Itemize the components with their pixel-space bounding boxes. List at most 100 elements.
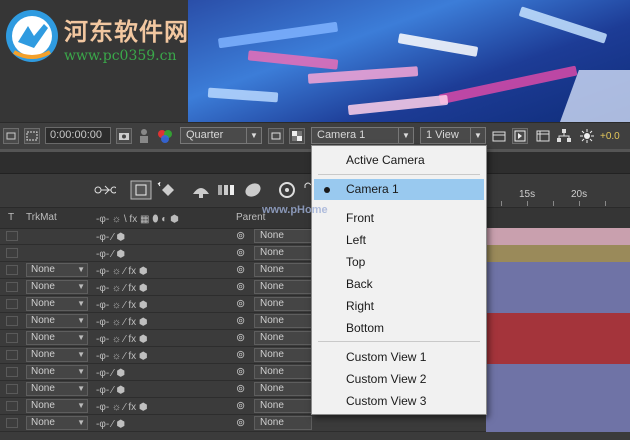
visibility-toggle[interactable]: [6, 384, 18, 394]
parent-pick-whip-icon[interactable]: ⊚: [236, 365, 245, 378]
trkmat-dropdown[interactable]: None ▼: [26, 314, 88, 328]
menu-item-back[interactable]: Back: [314, 274, 484, 295]
layer-duration-bar[interactable]: [486, 347, 630, 364]
trkmat-dropdown[interactable]: None ▼: [26, 297, 88, 311]
column-t[interactable]: T: [8, 212, 14, 223]
fast-previews-icon[interactable]: [268, 128, 284, 144]
visibility-toggle[interactable]: [6, 231, 18, 241]
layer-switches[interactable]: -φ- ☼ ⁄ fx ⬢: [96, 399, 226, 413]
camera-dropdown[interactable]: Camera 1 ▼: [311, 127, 414, 144]
parent-dropdown[interactable]: None: [254, 263, 312, 277]
hide-shy-layers-icon[interactable]: [156, 180, 178, 200]
menu-item-top[interactable]: Top: [314, 252, 484, 273]
trkmat-dropdown[interactable]: None ▼: [26, 365, 88, 379]
exposure-icon[interactable]: [579, 128, 595, 144]
timeline-icon[interactable]: [535, 128, 551, 144]
time-ruler[interactable]: 15s 20s: [486, 174, 630, 206]
frame-blending-icon[interactable]: [190, 180, 212, 200]
parent-pick-whip-icon[interactable]: ⊚: [236, 382, 245, 395]
flowchart-icon[interactable]: [556, 128, 572, 144]
menu-item-custom-view-1[interactable]: Custom View 1: [314, 347, 484, 368]
parent-dropdown[interactable]: None: [254, 382, 312, 396]
layer-duration-bar[interactable]: [486, 381, 630, 398]
menu-item-bottom[interactable]: Bottom: [314, 318, 484, 339]
column-trkmat[interactable]: TrkMat: [26, 212, 57, 223]
trkmat-dropdown[interactable]: None ▼: [26, 280, 88, 294]
parent-pick-whip-icon[interactable]: ⊚: [236, 297, 245, 310]
layer-switches[interactable]: -φ- ☼ ⁄ fx ⬢: [96, 263, 226, 277]
parent-dropdown[interactable]: None: [254, 331, 312, 345]
exposure-value[interactable]: +0.0: [600, 131, 620, 142]
parent-dropdown[interactable]: None: [254, 314, 312, 328]
fast-preview-toggle-icon[interactable]: [512, 128, 528, 144]
parent-pick-whip-icon[interactable]: ⊚: [236, 399, 245, 412]
layer-switches[interactable]: -φ- ⁄ ⬢: [96, 382, 226, 396]
layer-duration-bar[interactable]: [486, 313, 630, 330]
region-of-interest-icon[interactable]: [24, 128, 40, 144]
layer-switches[interactable]: -φ- ☼ ⁄ fx ⬢: [96, 280, 226, 294]
parent-pick-whip-icon[interactable]: ⊚: [236, 348, 245, 361]
layer-switches[interactable]: -φ- ⁄ ⬢: [96, 229, 226, 243]
menu-item-left[interactable]: Left: [314, 230, 484, 251]
draft-3d-icon[interactable]: [130, 180, 152, 200]
menu-item-custom-view-2[interactable]: Custom View 2: [314, 369, 484, 390]
layer-switches[interactable]: -φ- ⁄ ⬢: [96, 416, 226, 430]
view-layout-dropdown[interactable]: 1 View ▼: [420, 127, 486, 144]
brainstorm-icon[interactable]: [242, 180, 264, 200]
trkmat-dropdown[interactable]: None ▼: [26, 263, 88, 277]
menu-item-right[interactable]: Right: [314, 296, 484, 317]
parent-dropdown[interactable]: None: [254, 399, 312, 413]
layer-duration-bar[interactable]: [486, 364, 630, 381]
parent-dropdown[interactable]: None: [254, 280, 312, 294]
layer-duration-bar[interactable]: [486, 279, 630, 296]
composition-preview[interactable]: [188, 0, 630, 122]
parent-dropdown[interactable]: None: [254, 297, 312, 311]
visibility-toggle[interactable]: [6, 265, 18, 275]
snapshot-camera-icon[interactable]: [116, 128, 132, 144]
graph-editor-icon[interactable]: [276, 180, 298, 200]
visibility-toggle[interactable]: [6, 333, 18, 343]
visibility-toggle[interactable]: [6, 418, 18, 428]
parent-dropdown[interactable]: None: [254, 246, 312, 260]
parent-pick-whip-icon[interactable]: ⊚: [236, 229, 245, 242]
layer-duration-bar[interactable]: [486, 262, 630, 279]
parent-pick-whip-icon[interactable]: ⊚: [236, 263, 245, 276]
visibility-toggle[interactable]: [6, 401, 18, 411]
parent-dropdown[interactable]: None: [254, 229, 312, 243]
visibility-toggle[interactable]: [6, 248, 18, 258]
parent-pick-whip-icon[interactable]: ⊚: [236, 314, 245, 327]
transparency-grid-icon[interactable]: [289, 128, 305, 144]
composition-mini-flowchart-icon[interactable]: [94, 180, 116, 200]
parent-dropdown[interactable]: None: [254, 348, 312, 362]
always-preview-icon[interactable]: [3, 128, 19, 144]
visibility-toggle[interactable]: [6, 367, 18, 377]
visibility-toggle[interactable]: [6, 316, 18, 326]
layer-switches[interactable]: -φ- ☼ ⁄ fx ⬢: [96, 297, 226, 311]
parent-pick-whip-icon[interactable]: ⊚: [236, 246, 245, 259]
channel-rgb-icon[interactable]: [157, 128, 173, 144]
motion-blur-icon[interactable]: [216, 180, 238, 200]
menu-item-custom-view-3[interactable]: Custom View 3: [314, 391, 484, 412]
menu-item-front[interactable]: Front: [314, 208, 484, 229]
toggle-pixel-aspect-icon[interactable]: [491, 128, 507, 144]
visibility-toggle[interactable]: [6, 299, 18, 309]
trkmat-dropdown[interactable]: None ▼: [26, 382, 88, 396]
layer-duration-bar[interactable]: [486, 245, 630, 262]
trkmat-dropdown[interactable]: None ▼: [26, 331, 88, 345]
parent-pick-whip-icon[interactable]: ⊚: [236, 331, 245, 344]
layer-duration-bar[interactable]: [486, 228, 630, 245]
layer-duration-bar[interactable]: [486, 296, 630, 313]
layer-switches[interactable]: -φ- ☼ ⁄ fx ⬢: [96, 314, 226, 328]
layer-switches[interactable]: -φ- ☼ ⁄ fx ⬢: [96, 348, 226, 362]
parent-pick-whip-icon[interactable]: ⊚: [236, 416, 245, 429]
show-snapshot-icon[interactable]: [137, 128, 153, 144]
parent-dropdown[interactable]: None: [254, 365, 312, 379]
layer-duration-bar[interactable]: [486, 415, 630, 432]
visibility-toggle[interactable]: [6, 350, 18, 360]
layer-switches[interactable]: -φ- ⁄ ⬢: [96, 246, 226, 260]
resolution-dropdown[interactable]: Quarter ▼: [180, 127, 262, 144]
trkmat-dropdown[interactable]: None ▼: [26, 348, 88, 362]
parent-pick-whip-icon[interactable]: ⊚: [236, 280, 245, 293]
layer-duration-bar[interactable]: [486, 330, 630, 347]
trkmat-dropdown[interactable]: None ▼: [26, 416, 88, 430]
